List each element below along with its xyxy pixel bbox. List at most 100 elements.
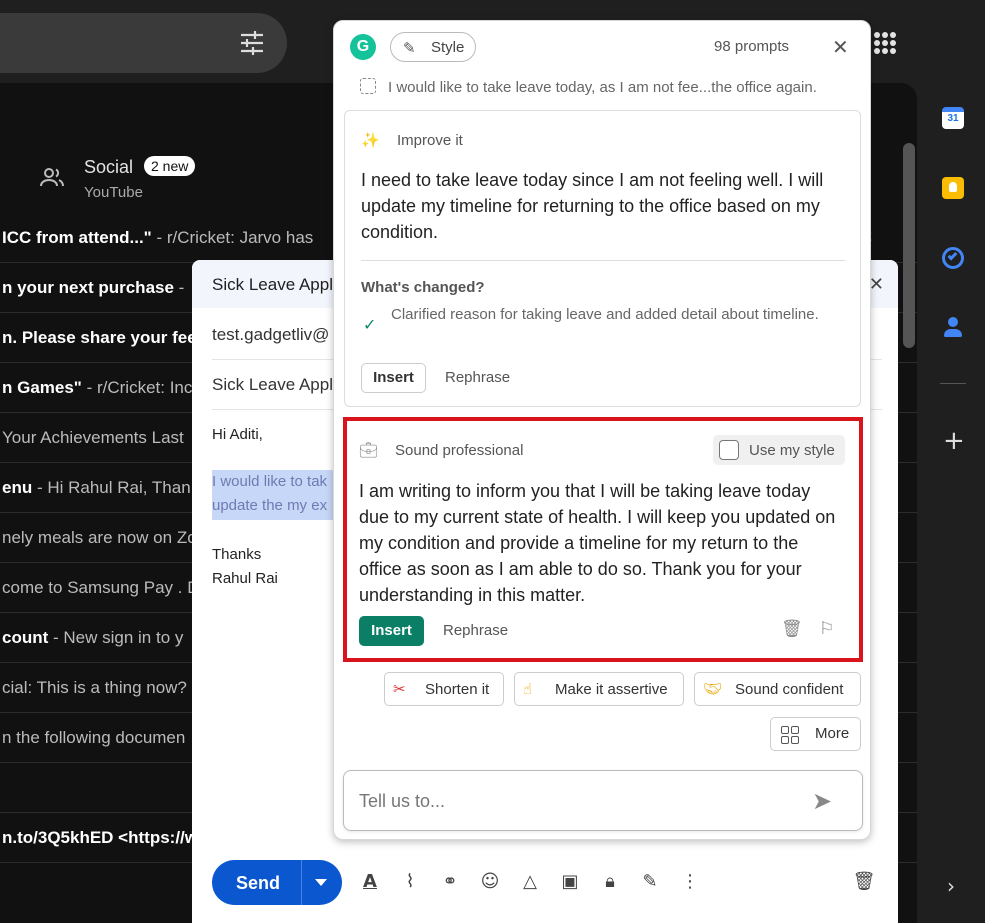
professional-card: 💼︎ Sound professional Use my style I am w… — [343, 417, 863, 662]
mail-subject: enu — [2, 478, 33, 497]
improve-card: ✨ Improve it I need to take leave today s… — [344, 110, 861, 407]
handshake-icon: 🤝︎ — [703, 680, 723, 698]
mail-snippet: - — [173, 278, 185, 297]
rephrase-button[interactable]: Rephrase — [445, 369, 510, 386]
add-addon-icon[interactable]: + — [943, 426, 965, 456]
more-grid-icon — [781, 726, 799, 744]
chevron-right-icon[interactable]: › — [947, 874, 955, 898]
social-subtitle: YouTube — [84, 184, 143, 201]
check-icon: ✓ — [363, 315, 377, 334]
changed-text: Clarified reason for taking leave and ad… — [391, 306, 819, 323]
contacts-icon[interactable] — [942, 317, 964, 339]
link-icon[interactable]: ⚭ — [438, 870, 462, 894]
mail-snippet: - Hi Rahul Rai, Than — [32, 478, 191, 497]
calendar-icon[interactable]: 31 — [942, 107, 964, 129]
improve-label: Improve it — [397, 132, 463, 149]
style-button[interactable]: ✎ Style — [390, 32, 476, 62]
shorten-label: Shorten it — [425, 681, 490, 698]
selected-line: I would like to tak — [212, 473, 328, 490]
context-text: I would like to take leave today, as I a… — [360, 78, 817, 96]
send-options-icon[interactable] — [315, 879, 327, 886]
confident-chip[interactable]: 🤝︎ Sound confident — [694, 672, 861, 706]
mail-snippet: - New sign in to y — [48, 628, 184, 647]
improve-text: I need to take leave today since I am no… — [361, 170, 824, 242]
prompt-input[interactable]: Tell us to... ➤ — [343, 770, 863, 831]
people-icon — [40, 168, 64, 187]
photo-icon[interactable]: ▣ — [558, 870, 582, 894]
mail-snippet: - r/Cricket: Jarvo has — [151, 228, 314, 247]
scissors-icon: ✂ — [393, 680, 406, 698]
more-options-icon[interactable]: ⋮ — [678, 870, 702, 894]
improve-heading: ✨ Improve it — [361, 131, 463, 149]
rephrase-button[interactable]: Rephrase — [443, 622, 508, 639]
dismiss-icon[interactable]: 🗑︎ — [781, 619, 803, 639]
keep-icon[interactable] — [942, 177, 964, 199]
signature[interactable]: Thanks Rahul Rai — [212, 543, 278, 591]
context-label: I would like to take leave today, as I a… — [388, 79, 817, 96]
search-options-icon[interactable] — [239, 30, 265, 56]
prompts-count: 98 prompts — [714, 38, 790, 55]
pen-icon: ✎ — [403, 39, 416, 57]
selected-body-text[interactable]: I would like to tak update the my ex — [212, 470, 342, 520]
send-icon[interactable]: ➤ — [812, 787, 832, 815]
divider — [361, 260, 845, 261]
formatting-icon[interactable]: A — [358, 870, 382, 894]
send-label: Send — [236, 873, 281, 893]
changed-heading: What's changed? — [361, 279, 485, 296]
assertive-chip[interactable]: ☝ Make it assertive — [514, 672, 684, 706]
signature-line: Thanks — [212, 546, 262, 563]
send-divider — [301, 860, 302, 905]
shorten-chip[interactable]: ✂ Shorten it — [384, 672, 504, 706]
selected-line: update the my ex — [212, 497, 328, 514]
mail-snippet: Your Achievements Last — [2, 428, 184, 447]
social-title: Social — [84, 157, 134, 177]
close-icon[interactable]: ✕ — [832, 35, 849, 59]
emoji-icon[interactable]: ☺ — [478, 870, 502, 894]
google-apps-icon[interactable] — [874, 32, 896, 54]
checkbox-icon — [719, 440, 739, 460]
rail-divider — [940, 383, 966, 384]
mail-snippet: come to Samsung Pay . D — [2, 578, 200, 597]
greeting-text[interactable]: Hi Aditi, — [212, 423, 263, 447]
use-my-style-label: Use my style — [749, 442, 835, 459]
pointing-finger-icon: ☝ — [523, 680, 533, 698]
close-icon[interactable]: ✕ — [869, 274, 884, 295]
insert-button[interactable]: Insert — [361, 363, 426, 393]
professional-heading: 💼︎ Sound professional — [359, 441, 523, 459]
search-bar[interactable] — [0, 13, 287, 73]
discard-icon[interactable]: 🗑︎ — [852, 870, 876, 894]
mail-subject: n.to/3Q5khED <https://w — [2, 828, 198, 847]
signature-line: Rahul Rai — [212, 570, 278, 587]
mail-subject: n Games" — [2, 378, 82, 397]
use-my-style-checkbox[interactable]: Use my style — [713, 435, 845, 465]
grammarly-panel: G ✎ Style 98 prompts ✕ I would like to t… — [333, 20, 871, 840]
briefcase-icon: 💼︎ — [359, 441, 379, 459]
professional-label: Sound professional — [395, 442, 524, 459]
mail-subject: n your next purchase — [2, 278, 174, 297]
mail-snippet: n the following documen — [2, 728, 186, 747]
insert-button[interactable]: Insert — [359, 616, 424, 646]
mail-snippet: nely meals are now on Zo — [2, 528, 197, 547]
mail-subject: n. Please share your fee — [2, 328, 197, 347]
mail-snippet: - r/Cricket: Inc — [81, 378, 193, 397]
mail-subject: count — [2, 628, 49, 647]
confidential-icon[interactable]: 🔒︎ — [598, 870, 622, 894]
assertive-label: Make it assertive — [555, 681, 668, 698]
scrollbar[interactable] — [903, 143, 915, 348]
compose-title: Sick Leave Appl — [212, 275, 333, 294]
signature-pen-icon[interactable]: ✎ — [638, 870, 662, 894]
drive-icon[interactable]: △ — [518, 870, 542, 894]
more-chip[interactable]: More — [770, 717, 861, 751]
mail-subject: ICC from attend..." — [2, 228, 152, 247]
new-count-badge: 2 new — [144, 156, 196, 176]
tasks-icon[interactable] — [942, 247, 964, 269]
flag-icon[interactable]: ⚐ — [819, 619, 834, 639]
mail-snippet: cial: This is a thing now? — [2, 678, 187, 697]
style-label: Style — [431, 39, 465, 56]
attach-icon[interactable]: ⌇ — [398, 870, 422, 894]
professional-text: I am writing to inform you that I will b… — [359, 481, 836, 605]
grammarly-logo: G — [350, 34, 376, 60]
selection-icon — [360, 78, 376, 94]
sparkle-icon: ✨ — [361, 131, 380, 149]
send-button[interactable]: Send — [212, 860, 342, 905]
